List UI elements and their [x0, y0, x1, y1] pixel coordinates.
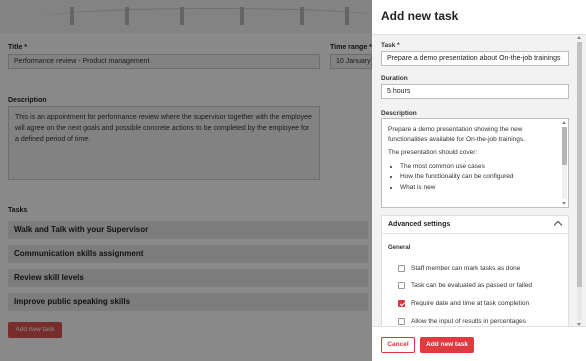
scrollbar-thumb[interactable] — [577, 42, 582, 287]
general-section-label: General — [388, 245, 411, 251]
checkbox-checked[interactable] — [398, 300, 405, 307]
duration-input[interactable]: 5 hours — [381, 84, 569, 99]
modal-overlay[interactable] — [0, 0, 372, 361]
list-item: What is new — [400, 183, 558, 193]
checkbox[interactable] — [398, 282, 405, 289]
scrollbar-thumb[interactable] — [562, 127, 567, 165]
panel-title: Add new task — [381, 9, 459, 23]
task-label: Task * — [381, 42, 400, 49]
description-scrollbar[interactable] — [562, 121, 567, 205]
checkbox-label: Allow the input of results in percentage… — [411, 318, 526, 325]
checkbox-label: Staff member can mark tasks as done — [411, 265, 521, 272]
checkbox-label: Require date and time at task completion — [411, 300, 530, 307]
advanced-settings-card: Advanced settings General Staff member c… — [381, 215, 569, 335]
description-editor[interactable]: Prepare a demo presentation showing the … — [381, 118, 569, 208]
panel-scrollbar[interactable] — [577, 36, 582, 326]
description-bullet-list: The most common use cases How the functi… — [388, 162, 558, 193]
scroll-up-icon[interactable] — [577, 36, 581, 39]
checkbox[interactable] — [398, 265, 405, 272]
add-new-task-button[interactable]: Add new task — [420, 337, 474, 353]
panel-footer: Cancel Add new task — [372, 326, 586, 361]
list-item: The most common use cases — [400, 162, 558, 172]
duration-label: Duration — [381, 75, 408, 82]
description-paragraph: Prepare a demo presentation showing the … — [388, 126, 525, 143]
list-item: How the functionality can be configured — [400, 172, 558, 182]
checkbox-label: Task can be evaluated as passed or faile… — [411, 282, 533, 289]
chevron-up-icon[interactable] — [553, 220, 563, 230]
scroll-up-icon[interactable] — [562, 121, 566, 124]
advanced-settings-title: Advanced settings — [388, 221, 451, 228]
scroll-down-icon[interactable] — [562, 202, 566, 205]
description-paragraph: The presentation should cover: — [388, 149, 478, 156]
checkbox[interactable] — [398, 318, 405, 325]
description-content: Prepare a demo presentation showing the … — [388, 125, 558, 193]
description-label: Description — [381, 110, 417, 117]
cancel-button[interactable]: Cancel — [381, 337, 415, 353]
advanced-settings-header[interactable]: Advanced settings — [382, 216, 568, 234]
task-input[interactable]: Prepare a demo presentation about On-the… — [381, 51, 569, 66]
add-task-panel: Add new task Task * Prepare a demo prese… — [372, 0, 586, 361]
